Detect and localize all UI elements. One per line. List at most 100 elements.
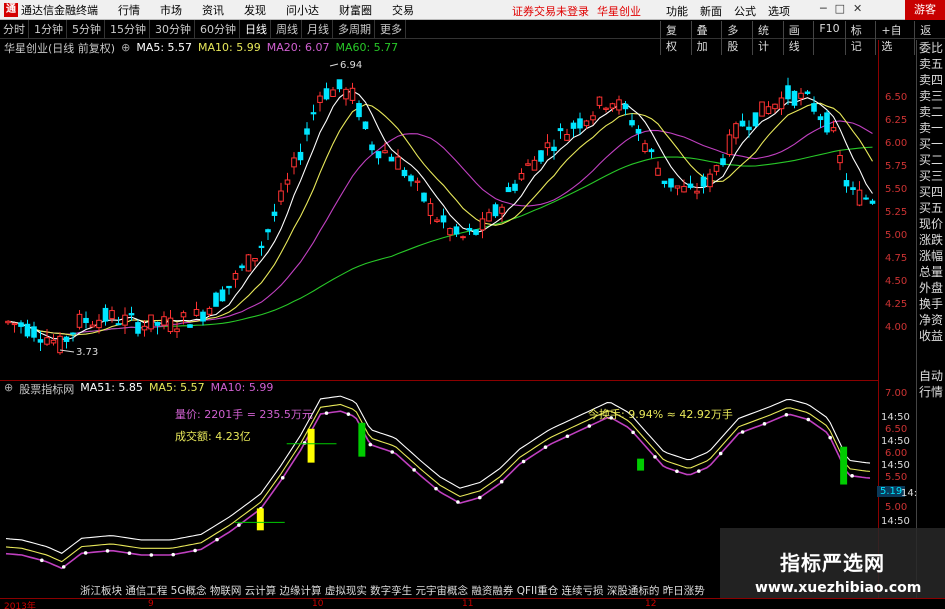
sidebar-item[interactable]: 买三 <box>917 168 945 184</box>
candle-body <box>96 319 102 329</box>
signal-bar <box>840 446 848 485</box>
candle-body <box>551 146 557 152</box>
candle-body <box>447 228 453 236</box>
candle-body <box>817 116 824 121</box>
period-1min[interactable]: 1分钟 <box>31 19 67 39</box>
candle-body <box>278 190 284 202</box>
sidebar-item[interactable]: 外盘 <box>917 280 945 296</box>
menu-item-formula[interactable]: 公式 <box>728 3 762 19</box>
sidebar-item[interactable]: 净资 <box>917 312 945 328</box>
period-timeshare[interactable]: 分时 <box>0 19 29 39</box>
menu-item-new-page[interactable]: 新面 <box>694 3 728 19</box>
indicator-dot <box>828 435 832 440</box>
menu-item-discover[interactable]: 发现 <box>234 2 276 18</box>
sidebar-item[interactable]: 现价 <box>917 216 945 232</box>
candle-body <box>245 254 252 272</box>
maximize-icon[interactable]: □ <box>835 2 845 15</box>
signal-bar <box>307 428 315 463</box>
sidebar-item[interactable]: 卖一 <box>917 120 945 136</box>
concept-tags: 浙江板块 通信工程 5G概念 物联网 云计算 边缘计算 虚拟现实 数字孪生 元宇… <box>80 585 705 597</box>
indicator-name: 股票指标网 <box>19 383 75 396</box>
menu-item-ask[interactable]: 问小达 <box>276 2 329 18</box>
period-30min[interactable]: 30分钟 <box>152 19 195 39</box>
sidebar-item[interactable]: 收益 <box>917 328 945 344</box>
indicator-dot <box>631 430 635 435</box>
candle-body <box>5 320 11 324</box>
broker-link[interactable]: 华星创业 <box>597 3 641 19</box>
trade-login-link[interactable]: 证券交易未登录 <box>512 3 589 19</box>
ind-time: 14:50 <box>881 516 910 527</box>
sidebar-item[interactable]: 涨跌 <box>917 232 945 248</box>
candle-body <box>824 112 830 133</box>
period-60min[interactable]: 60分钟 <box>197 19 240 39</box>
candle-body <box>739 120 746 127</box>
sidebar-item[interactable]: 换手 <box>917 296 945 312</box>
candle-body <box>713 165 720 172</box>
candle-body <box>778 97 785 110</box>
price-tick: 5.50 <box>885 184 908 195</box>
sidebar-item[interactable]: 买五 <box>917 200 945 216</box>
candle-body <box>583 120 590 127</box>
candle-body <box>297 151 304 161</box>
menu-item-quotes[interactable]: 行情 <box>108 2 150 18</box>
right-menu: 功能 新面 公式 选项 <box>660 3 796 19</box>
kline-chart[interactable]: 6.94 3.73 <box>0 40 878 380</box>
candle-body <box>544 142 551 149</box>
indicator-dot <box>40 558 44 563</box>
menu-item-options[interactable]: 选项 <box>762 3 796 19</box>
period-monthly[interactable]: 月线 <box>304 19 333 39</box>
period-more[interactable]: 更多 <box>377 19 406 39</box>
period-daily[interactable]: 日线 <box>242 19 271 39</box>
menu-item-market[interactable]: 市场 <box>150 2 192 18</box>
sidebar-item[interactable]: 卖五 <box>917 56 945 72</box>
sidebar-item[interactable]: 买二 <box>917 152 945 168</box>
candle-body <box>609 103 616 109</box>
candle-body <box>193 308 200 316</box>
period-weekly[interactable]: 周线 <box>273 19 302 39</box>
menu-item-wealth[interactable]: 财富圈 <box>329 2 382 18</box>
sidebar-item[interactable]: 卖四 <box>917 72 945 88</box>
ind-ma5-value: MA5: 5.57 <box>148 381 205 394</box>
sidebar-item[interactable] <box>917 344 945 368</box>
indicator-dot <box>762 422 767 426</box>
price-tick: 4.75 <box>885 253 908 264</box>
price-tick: 5.25 <box>885 207 908 218</box>
sidebar-item[interactable]: 行情 <box>917 384 945 400</box>
sidebar-item[interactable]: 买一 <box>917 136 945 152</box>
sidebar-item[interactable]: 委比 <box>917 40 945 56</box>
indicator-dot <box>61 565 66 569</box>
close-icon[interactable]: ✕ <box>853 2 862 15</box>
sidebar-item[interactable]: 卖三 <box>917 88 945 104</box>
candle-body <box>70 332 76 335</box>
sidebar-item[interactable]: 总量 <box>917 264 945 280</box>
window-controls: ─ □ ✕ <box>820 2 862 15</box>
candle-body <box>401 169 408 177</box>
guest-button[interactable]: 游客 <box>905 0 945 20</box>
period-multi[interactable]: 多周期 <box>335 19 375 39</box>
candle-body <box>330 89 336 97</box>
indicator-dot <box>324 411 329 415</box>
candle-body <box>375 151 382 159</box>
period-5min[interactable]: 5分钟 <box>69 19 105 39</box>
minimize-icon[interactable]: ─ <box>820 2 827 15</box>
indicator-dot <box>390 450 395 454</box>
settings-icon[interactable]: ⊕ <box>121 41 130 54</box>
sidebar-item[interactable]: 卖二 <box>917 104 945 120</box>
menu-item-function[interactable]: 功能 <box>660 3 694 19</box>
sidebar-item[interactable]: 买四 <box>917 184 945 200</box>
candle-body <box>200 311 206 322</box>
sidebar-item[interactable]: 涨幅 <box>917 248 945 264</box>
notice-links: 证券交易未登录 华星创业 <box>512 3 641 19</box>
candle-body <box>538 150 544 162</box>
sidebar-item[interactable]: 自动 <box>917 368 945 384</box>
indicator-settings-icon[interactable]: ⊕ <box>4 381 13 397</box>
menu-item-trade[interactable]: 交易 <box>382 2 424 18</box>
candle-body <box>362 121 369 130</box>
menu-item-news[interactable]: 资讯 <box>192 2 234 18</box>
candle-body <box>590 115 596 121</box>
turnover-amount-label: 成交额: 4.23亿 <box>175 430 251 443</box>
candle-body <box>271 211 278 216</box>
ind-ma51-value: MA51: 5.85 <box>80 381 143 394</box>
period-15min[interactable]: 15分钟 <box>107 19 150 39</box>
candle-body <box>83 317 89 323</box>
